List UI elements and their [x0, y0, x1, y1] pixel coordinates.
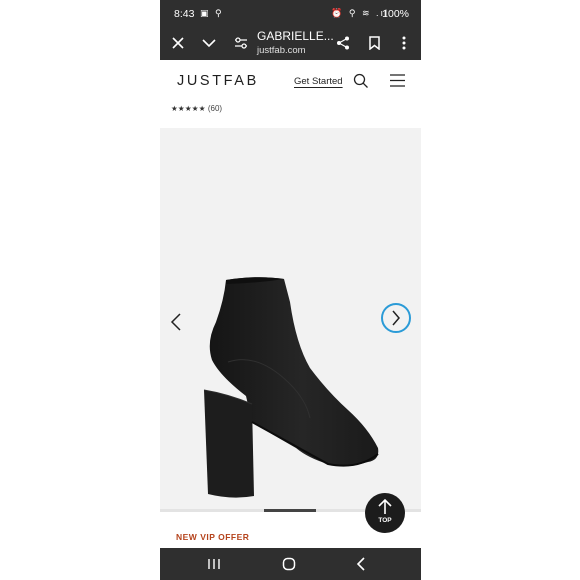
chevron-left-icon[interactable]	[170, 312, 182, 337]
site-logo[interactable]: JUSTFAB	[177, 73, 259, 89]
more-vertical-icon[interactable]	[393, 32, 415, 54]
tune-icon[interactable]	[230, 32, 252, 54]
product-image-gallery[interactable]	[160, 128, 421, 512]
get-started-link[interactable]: Get Started	[294, 76, 343, 87]
notification-icons: ▣ ⚲	[200, 8, 224, 18]
review-count: (60)	[207, 104, 223, 113]
status-bar: 8:43 ▣ ⚲ ⏰ ⚲ ≋ .ıl 100%	[160, 0, 421, 28]
tab-title[interactable]: GABRIELLE...	[257, 29, 334, 43]
hamburger-menu-icon[interactable]	[390, 74, 405, 92]
chevron-down-icon[interactable]	[198, 32, 220, 54]
home-icon[interactable]	[282, 557, 296, 576]
back-to-top-button[interactable]: TOP	[365, 493, 405, 533]
site-header: JUSTFAB Get Started	[160, 60, 421, 106]
vip-offer-heading: NEW VIP OFFER	[176, 532, 250, 542]
status-time: 8:43	[174, 8, 195, 20]
bookmark-icon[interactable]	[363, 32, 385, 54]
gallery-progress-indicator	[264, 509, 316, 512]
battery-level: 100%	[382, 8, 409, 20]
share-icon[interactable]	[332, 32, 354, 54]
phone-screen: 8:43 ▣ ⚲ ⏰ ⚲ ≋ .ıl 100% GABRIELLE... jus…	[160, 0, 421, 580]
recents-icon[interactable]	[207, 557, 221, 575]
url-text[interactable]: justfab.com	[257, 45, 306, 56]
system-icons: ⏰ ⚲ ≋ .ıl	[331, 8, 389, 18]
top-label: TOP	[378, 517, 392, 524]
close-icon[interactable]	[167, 32, 189, 54]
browser-toolbar: GABRIELLE... justfab.com	[160, 28, 421, 60]
product-rating[interactable]: ★★★★★ (60)	[171, 104, 222, 113]
rating-stars: ★★★★★	[171, 104, 206, 113]
chevron-right-icon[interactable]	[381, 303, 411, 333]
boot-product-image	[203, 277, 379, 498]
back-icon[interactable]	[356, 557, 366, 576]
android-navigation-bar	[160, 548, 421, 580]
search-icon[interactable]	[353, 73, 369, 94]
